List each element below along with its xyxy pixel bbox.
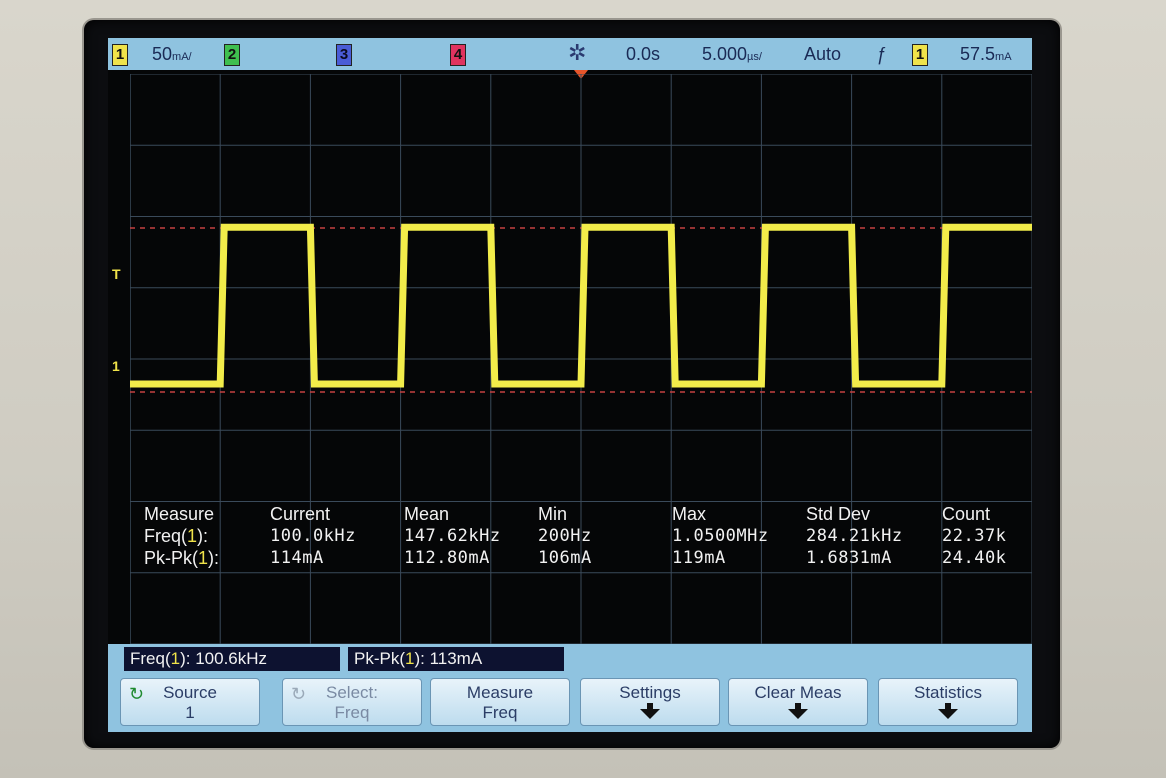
softkey-clear-meas[interactable]: Clear Meas: [728, 678, 868, 726]
channel-1-ground-marker[interactable]: 1: [112, 358, 120, 374]
row-freq-channel: 1: [187, 526, 198, 546]
pkpk-readout-name: Pk-Pk(: [354, 649, 405, 668]
measurement-readout-bar: Freq(1): 100.6kHz Pk-Pk(1): 113mA: [108, 644, 1032, 674]
header-current: Current: [270, 504, 331, 524]
pkpk-stddev: 1.6831mA: [806, 548, 892, 568]
timebase-value: 5.000: [702, 44, 748, 64]
pkpk-readout-value: ): 113mA: [414, 649, 483, 668]
trigger-level[interactable]: 57.5mA: [960, 44, 1012, 65]
softkey-source-label: Source: [163, 683, 217, 702]
pkpk-current: 114mA: [270, 548, 324, 568]
softkey-select-label: Select:: [326, 683, 378, 702]
softkey-statistics[interactable]: Statistics: [878, 678, 1018, 726]
row-pkpk-name: Pk-Pk(: [144, 548, 198, 568]
pkpk-min: 106mA: [538, 548, 592, 568]
pkpk-max: 119mA: [672, 548, 726, 568]
softkey-clear-meas-label: Clear Meas: [754, 683, 842, 702]
trigger-position-icon: ✲: [568, 40, 587, 65]
softkey-statistics-label: Statistics: [913, 683, 983, 702]
submenu-arrow-icon: [938, 703, 958, 719]
channel-4-indicator[interactable]: 4: [450, 44, 466, 66]
freq-readout-name: Freq(: [130, 649, 171, 668]
channel-1-scale-unit: mA/: [172, 51, 192, 63]
trigger-slope-icon: ƒ: [876, 44, 887, 64]
row-pkpk-channel: 1: [198, 548, 209, 568]
scope-screen: 1 50mA/ 2 3 4 ✲ 0.0s 5.000µs/ Auto ƒ 1 5…: [108, 38, 1032, 732]
channel-1-indicator[interactable]: 1: [112, 44, 128, 66]
trigger-mode[interactable]: Auto: [804, 44, 841, 65]
freq-min: 200Hz: [538, 526, 592, 546]
softkey-settings-label: Settings: [619, 683, 681, 702]
pkpk-mean: 112.80mA: [404, 548, 490, 568]
channel-2-indicator[interactable]: 2: [224, 44, 240, 66]
trigger-level-unit: mA: [995, 51, 1012, 63]
submenu-arrow-icon: [640, 703, 660, 719]
header-min: Min: [538, 504, 568, 524]
freq-current: 100.0kHz: [270, 526, 356, 546]
softkey-source-value: 1: [185, 703, 195, 722]
pkpk-readout: Pk-Pk(1): 113mA: [348, 647, 564, 671]
softkey-select-value: Freq: [334, 703, 370, 722]
status-bar: 1 50mA/ 2 3 4 ✲ 0.0s 5.000µs/ Auto ƒ 1 5…: [108, 38, 1032, 70]
timebase-unit: µs/: [747, 51, 762, 63]
freq-count: 22.37k: [942, 526, 1007, 546]
timebase-scale[interactable]: 5.000µs/: [702, 44, 762, 65]
header-max: Max: [672, 504, 707, 524]
freq-mean: 147.62kHz: [404, 526, 501, 546]
freq-stddev: 284.21kHz: [806, 526, 903, 546]
channel-3-indicator[interactable]: 3: [336, 44, 352, 66]
freq-readout-value: ): 100.6kHz: [180, 649, 268, 668]
softkey-source[interactable]: ↻ Source 1: [120, 678, 260, 726]
row-freq-name: Freq(: [144, 526, 188, 546]
trigger-level-value: 57.5: [960, 44, 996, 64]
softkey-settings[interactable]: Settings: [580, 678, 720, 726]
row-label-freq: Freq(1):: [144, 526, 208, 547]
measurement-statistics: Measure Current Mean Min Max Std Dev Cou…: [108, 504, 1032, 584]
trigger-source-indicator[interactable]: 1: [912, 44, 928, 66]
softkey-measure-value: Freq: [482, 703, 518, 722]
row-label-pkpk: Pk-Pk(1):: [144, 548, 219, 569]
softkey-measure-label: Measure: [466, 683, 534, 702]
softkey-select[interactable]: ↻ Select: Freq: [282, 678, 422, 726]
softkey-bar: ↻ Source 1 ↻ Select: Freq Measure Freq S…: [108, 674, 1032, 732]
header-count: Count: [942, 504, 991, 524]
channel-1-scale-value: 50: [152, 44, 173, 64]
header-measure: Measure: [144, 504, 215, 524]
header-stddev: Std Dev: [806, 504, 871, 524]
freq-readout: Freq(1): 100.6kHz: [124, 647, 340, 671]
channel-1-scale[interactable]: 50mA/: [152, 44, 192, 65]
pkpk-count: 24.40k: [942, 548, 1007, 568]
trigger-delay[interactable]: 0.0s: [626, 44, 660, 65]
submenu-arrow-icon: [788, 703, 808, 719]
freq-readout-channel: 1: [170, 649, 181, 668]
row-pkpk-suffix: ):: [208, 548, 220, 568]
header-mean: Mean: [404, 504, 450, 524]
channel-1-trace: [130, 223, 1032, 388]
row-freq-suffix: ):: [197, 526, 209, 546]
freq-max: 1.0500MHz: [672, 526, 769, 546]
trigger-level-marker[interactable]: T: [112, 266, 121, 282]
softkey-measure[interactable]: Measure Freq: [430, 678, 570, 726]
